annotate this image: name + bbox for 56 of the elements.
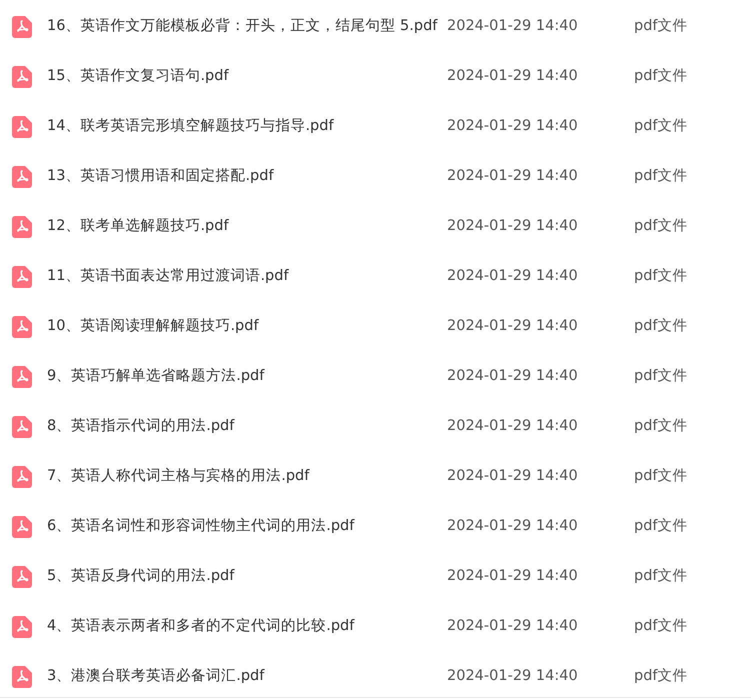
- file-date: 2024-01-29 14:40: [447, 167, 579, 186]
- file-date: 2024-01-29 14:40: [447, 517, 579, 536]
- pdf-file-icon: [12, 516, 32, 538]
- pdf-file-icon: [12, 266, 32, 288]
- file-type: pdf文件: [634, 267, 688, 286]
- file-type: pdf文件: [634, 167, 688, 186]
- file-type: pdf文件: [634, 467, 688, 486]
- pdf-file-icon: [12, 416, 32, 438]
- file-name[interactable]: 6、英语名词性和形容词性物主代词的用法.pdf: [47, 516, 447, 538]
- file-name[interactable]: 4、英语表示两者和多者的不定代词的比较.pdf: [47, 616, 447, 638]
- file-date: 2024-01-29 14:40: [447, 267, 579, 286]
- file-name[interactable]: 12、联考单选解题技巧.pdf: [47, 216, 447, 238]
- pdf-file-icon: [12, 466, 32, 488]
- pdf-file-icon: [12, 666, 32, 688]
- file-type: pdf文件: [634, 217, 688, 236]
- file-name[interactable]: 9、英语巧解单选省略题方法.pdf: [47, 366, 447, 388]
- file-type: pdf文件: [634, 417, 688, 436]
- file-type: pdf文件: [634, 317, 688, 336]
- file-date: 2024-01-29 14:40: [447, 467, 579, 486]
- file-date: 2024-01-29 14:40: [447, 117, 579, 136]
- file-name[interactable]: 3、港澳台联考英语必备词汇.pdf: [47, 666, 447, 688]
- file-type: pdf文件: [634, 367, 688, 386]
- file-name[interactable]: 15、英语作文复习语句.pdf: [47, 66, 447, 88]
- pdf-file-icon: [12, 116, 32, 138]
- pdf-file-icon: [12, 166, 32, 188]
- file-type: pdf文件: [634, 617, 688, 636]
- file-date: 2024-01-29 14:40: [447, 67, 579, 86]
- pdf-file-icon: [12, 66, 32, 88]
- file-name[interactable]: 13、英语习惯用语和固定搭配.pdf: [47, 166, 447, 188]
- file-type: pdf文件: [634, 117, 688, 136]
- file-date: 2024-01-29 14:40: [447, 217, 579, 236]
- file-type: pdf文件: [634, 667, 688, 686]
- file-name[interactable]: 11、英语书面表达常用过渡词语.pdf: [47, 266, 447, 288]
- file-date: 2024-01-29 14:40: [447, 367, 579, 386]
- file-type: pdf文件: [634, 517, 688, 536]
- file-date: 2024-01-29 14:40: [447, 617, 579, 636]
- file-name[interactable]: 14、联考英语完形填空解题技巧与指导.pdf: [47, 116, 447, 138]
- pdf-file-icon: [12, 566, 32, 588]
- file-date: 2024-01-29 14:40: [447, 667, 579, 686]
- file-date: 2024-01-29 14:40: [447, 567, 579, 586]
- file-type: pdf文件: [634, 567, 688, 586]
- file-name[interactable]: 8、英语指示代词的用法.pdf: [47, 416, 447, 438]
- pdf-file-icon: [12, 16, 32, 38]
- pdf-file-icon: [12, 366, 32, 388]
- file-date: 2024-01-29 14:40: [447, 317, 579, 336]
- file-type: pdf文件: [634, 67, 688, 86]
- file-type: pdf文件: [634, 17, 688, 36]
- file-date: 2024-01-29 14:40: [447, 17, 579, 36]
- file-name[interactable]: 10、英语阅读理解解题技巧.pdf: [47, 316, 447, 338]
- file-name[interactable]: 5、英语反身代词的用法.pdf: [47, 566, 447, 588]
- file-name[interactable]: 16、英语作文万能模板必背：开头，正文，结尾句型 5.pdf: [47, 16, 447, 38]
- file-date: 2024-01-29 14:40: [447, 417, 579, 436]
- pdf-file-icon: [12, 316, 32, 338]
- pdf-file-icon: [12, 616, 32, 638]
- pdf-file-icon: [12, 216, 32, 238]
- file-name[interactable]: 7、英语人称代词主格与宾格的用法.pdf: [47, 466, 447, 488]
